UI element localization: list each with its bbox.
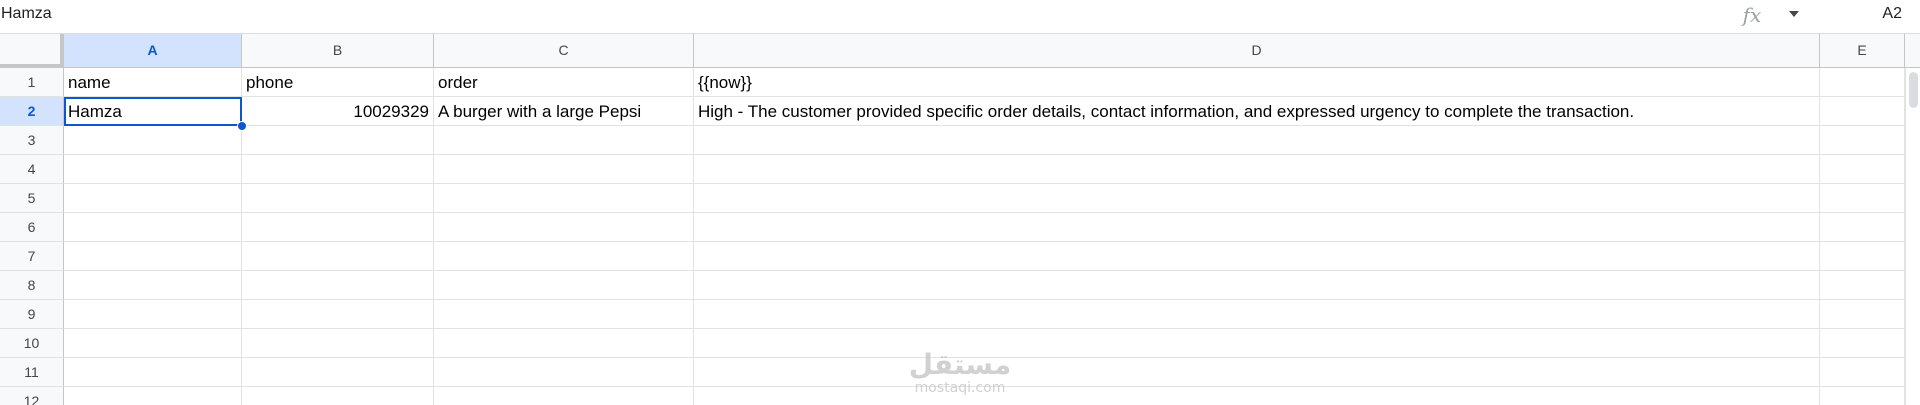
column-header-row: A B C D E — [0, 34, 1920, 68]
formula-bar: Hamza fx A2 — [0, 0, 1920, 34]
cell-e6[interactable] — [1820, 213, 1905, 242]
cell-c4[interactable] — [434, 155, 694, 184]
cell-d2[interactable]: High - The customer provided specific or… — [694, 97, 1820, 126]
vertical-scrollbar[interactable] — [1905, 68, 1920, 405]
row-header-4[interactable]: 4 — [0, 155, 64, 184]
cell-a11[interactable] — [64, 358, 242, 387]
cell-a8[interactable] — [64, 271, 242, 300]
cell-c11[interactable] — [434, 358, 694, 387]
cell-d7[interactable] — [694, 242, 1820, 271]
row-header-6[interactable]: 6 — [0, 213, 64, 242]
cell-d6[interactable] — [694, 213, 1820, 242]
column-header-e[interactable]: E — [1820, 34, 1905, 67]
cell-d8[interactable] — [694, 271, 1820, 300]
cell-d9[interactable] — [694, 300, 1820, 329]
cell-a5[interactable] — [64, 184, 242, 213]
cell-c3[interactable] — [434, 126, 694, 155]
cell-a12[interactable] — [64, 387, 242, 405]
scrollbar-thumb[interactable] — [1909, 72, 1918, 108]
watermark-url: mostaqi.com — [914, 380, 1006, 396]
cell-e7[interactable] — [1820, 242, 1905, 271]
cell-d4[interactable] — [694, 155, 1820, 184]
column-header-b[interactable]: B — [242, 34, 434, 67]
cell-a3[interactable] — [64, 126, 242, 155]
cell-c2[interactable]: A burger with a large Pepsi — [434, 97, 694, 126]
row-header-11[interactable]: 11 — [0, 358, 64, 387]
watermark-logo: مستقل mostaqi.com — [900, 350, 1020, 400]
column-header-d[interactable]: D — [694, 34, 1820, 67]
cell-b1[interactable]: phone — [242, 68, 434, 97]
row-header-2[interactable]: 2 — [0, 97, 64, 126]
row-header-9[interactable]: 9 — [0, 300, 64, 329]
cell-b4[interactable] — [242, 155, 434, 184]
column-header-a[interactable]: A — [64, 34, 242, 67]
fx-icon: fx — [1742, 3, 1762, 27]
cell-e10[interactable] — [1820, 329, 1905, 358]
chevron-down-icon[interactable] — [1788, 9, 1800, 19]
cell-e1[interactable] — [1820, 68, 1905, 97]
cell-a4[interactable] — [64, 155, 242, 184]
name-box[interactable]: A2 — [1820, 0, 1920, 30]
cell-e11[interactable] — [1820, 358, 1905, 387]
cell-b10[interactable] — [242, 329, 434, 358]
row-header-5[interactable]: 5 — [0, 184, 64, 213]
cell-b5[interactable] — [242, 184, 434, 213]
cell-a7[interactable] — [64, 242, 242, 271]
cell-b11[interactable] — [242, 358, 434, 387]
row-header-3[interactable]: 3 — [0, 126, 64, 155]
row-header-10[interactable]: 10 — [0, 329, 64, 358]
cell-b8[interactable] — [242, 271, 434, 300]
cell-c7[interactable] — [434, 242, 694, 271]
row-header-8[interactable]: 8 — [0, 271, 64, 300]
formula-input[interactable]: Hamza — [1, 0, 52, 30]
cell-d5[interactable] — [694, 184, 1820, 213]
cell-d1[interactable]: {{now}} — [694, 68, 1820, 97]
row-header-7[interactable]: 7 — [0, 242, 64, 271]
column-header-c[interactable]: C — [434, 34, 694, 67]
cell-c12[interactable] — [434, 387, 694, 405]
cell-c6[interactable] — [434, 213, 694, 242]
cell-b7[interactable] — [242, 242, 434, 271]
select-all-corner[interactable] — [0, 34, 64, 68]
cell-a1[interactable]: name — [64, 68, 242, 97]
cell-c1[interactable]: order — [434, 68, 694, 97]
cell-c8[interactable] — [434, 271, 694, 300]
cell-e8[interactable] — [1820, 271, 1905, 300]
cell-b2[interactable]: 10029329 — [242, 97, 434, 126]
cell-e12[interactable] — [1820, 387, 1905, 405]
row-header-12[interactable]: 12 — [0, 387, 64, 405]
cell-a9[interactable] — [64, 300, 242, 329]
cell-a6[interactable] — [64, 213, 242, 242]
watermark-text: مستقل — [908, 348, 1012, 381]
cell-e5[interactable] — [1820, 184, 1905, 213]
cell-e3[interactable] — [1820, 126, 1905, 155]
cell-e4[interactable] — [1820, 155, 1905, 184]
fill-handle[interactable] — [237, 121, 247, 131]
cell-a2[interactable]: Hamza — [64, 97, 242, 126]
cell-c10[interactable] — [434, 329, 694, 358]
cell-d12[interactable] — [694, 387, 1820, 405]
cell-a10[interactable] — [64, 329, 242, 358]
cell-b9[interactable] — [242, 300, 434, 329]
cell-d11[interactable] — [694, 358, 1820, 387]
cell-e2[interactable] — [1820, 97, 1905, 126]
cell-b12[interactable] — [242, 387, 434, 405]
cell-d10[interactable] — [694, 329, 1820, 358]
row-header-1[interactable]: 1 — [0, 68, 64, 97]
cell-b3[interactable] — [242, 126, 434, 155]
cell-b6[interactable] — [242, 213, 434, 242]
cell-c9[interactable] — [434, 300, 694, 329]
cell-c5[interactable] — [434, 184, 694, 213]
cell-e9[interactable] — [1820, 300, 1905, 329]
cell-d3[interactable] — [694, 126, 1820, 155]
